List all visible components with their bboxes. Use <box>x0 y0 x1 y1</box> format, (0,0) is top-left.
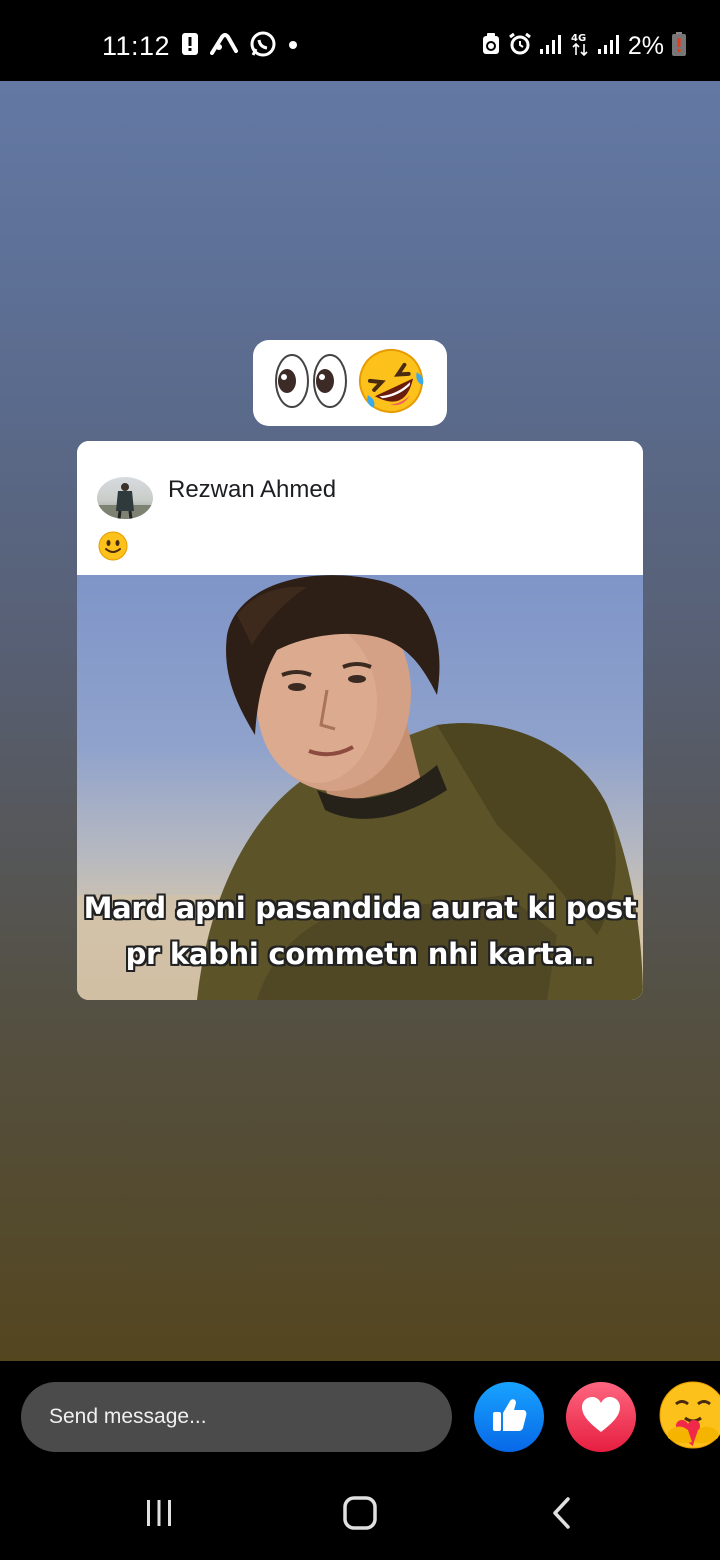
status-right: 4G 2% <box>482 28 686 64</box>
home-button[interactable] <box>330 1485 390 1545</box>
4g-icon: 4G <box>570 31 590 62</box>
meme-caption-line-1: Mard apni pasandida aurat ki post <box>83 891 637 925</box>
care-icon <box>658 1380 720 1455</box>
telenor-icon <box>210 32 239 60</box>
recycle-icon <box>482 32 500 60</box>
back-button[interactable] <box>532 1485 592 1545</box>
signal-icon <box>539 33 562 60</box>
home-icon <box>343 1495 377 1535</box>
eyes-emoji-icon <box>274 352 350 415</box>
love-icon <box>580 1396 622 1439</box>
author-name[interactable]: Rezwan Ahmed <box>168 476 336 504</box>
battery-percent: 2% <box>627 31 664 60</box>
slight-smile-emoji-icon <box>98 531 128 561</box>
care-reaction-button[interactable] <box>658 1380 720 1455</box>
post-header: Rezwan Ahmed <box>77 441 643 575</box>
back-icon <box>550 1496 574 1535</box>
love-reaction-button[interactable] <box>566 1382 636 1452</box>
like-reaction-button[interactable] <box>474 1382 544 1452</box>
send-message-input[interactable] <box>21 1382 452 1452</box>
recent-apps-icon <box>144 1498 174 1533</box>
alarm-icon <box>508 32 532 61</box>
whatsapp-icon <box>250 31 276 62</box>
avatar[interactable] <box>97 477 153 519</box>
battery-icon <box>672 31 686 61</box>
rofl-emoji-icon <box>356 346 426 421</box>
status-bar: 11:12 4G 2% <box>0 0 720 81</box>
dot-icon <box>288 37 298 55</box>
svg-text:4G: 4G <box>571 33 586 44</box>
signal-icon <box>597 33 620 60</box>
system-nav-bar <box>0 1471 720 1560</box>
meme-image[interactable]: Mard apni pasandida aurat ki post pr kab… <box>77 575 643 1000</box>
recent-apps-button[interactable] <box>129 1485 189 1545</box>
reply-bar <box>0 1361 720 1471</box>
shared-post-card[interactable]: Rezwan Ahmed Mard apni pasandida aurat k… <box>77 441 643 1000</box>
status-left: 11:12 <box>102 28 298 64</box>
story-caption <box>253 340 447 426</box>
story-viewer[interactable]: Rezwan Ahmed Mard apni pasandida aurat k… <box>0 81 720 1361</box>
alert-icon <box>182 32 199 60</box>
status-time: 11:12 <box>102 30 171 61</box>
like-icon <box>489 1395 529 1440</box>
meme-caption-line-2: pr kabhi commetn nhi karta.. <box>125 937 595 971</box>
